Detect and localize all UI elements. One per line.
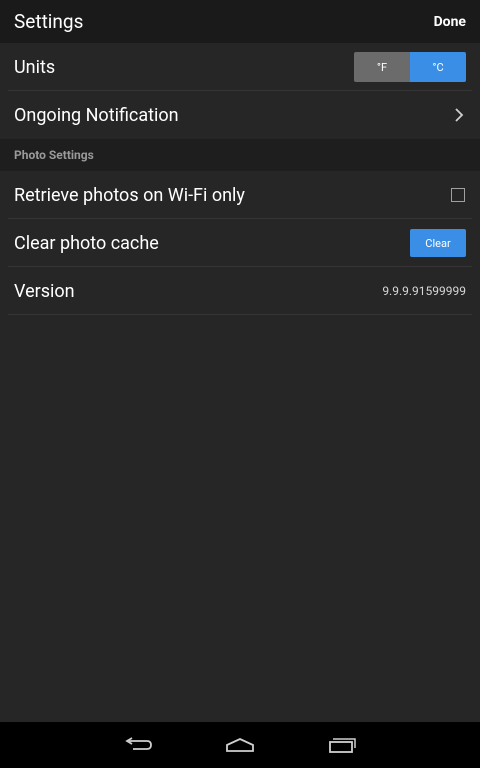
photo-settings-section-header: Photo Settings [0, 139, 480, 171]
page-title: Settings [14, 10, 84, 33]
wifi-only-label: Retrieve photos on Wi-Fi only [14, 184, 245, 206]
fahrenheit-option[interactable]: °F [354, 52, 410, 82]
version-label: Version [14, 280, 75, 302]
units-row: Units °F °C [0, 43, 480, 91]
done-button[interactable]: Done [434, 14, 466, 30]
units-label: Units [14, 56, 56, 78]
action-bar: Settings Done [0, 0, 480, 43]
chevron-right-icon [452, 108, 466, 122]
celsius-option[interactable]: °C [410, 52, 466, 82]
clear-cache-row: Clear photo cache Clear [0, 219, 480, 267]
divider [8, 314, 472, 315]
version-row: Version 9.9.9.91599999 [0, 267, 480, 315]
units-segmented-control: °F °C [354, 52, 466, 82]
ongoing-notification-row[interactable]: Ongoing Notification [0, 91, 480, 139]
clear-cache-label: Clear photo cache [14, 232, 159, 254]
system-navigation-bar [0, 722, 480, 768]
clear-button[interactable]: Clear [410, 229, 466, 257]
version-value: 9.9.9.91599999 [382, 284, 466, 298]
ongoing-notification-label: Ongoing Notification [14, 104, 179, 126]
wifi-only-row[interactable]: Retrieve photos on Wi-Fi only [0, 171, 480, 219]
wifi-only-checkbox[interactable] [451, 188, 465, 202]
recent-apps-icon[interactable] [312, 722, 372, 768]
section-title: Photo Settings [14, 148, 94, 162]
back-icon[interactable] [108, 722, 168, 768]
home-icon[interactable] [210, 722, 270, 768]
